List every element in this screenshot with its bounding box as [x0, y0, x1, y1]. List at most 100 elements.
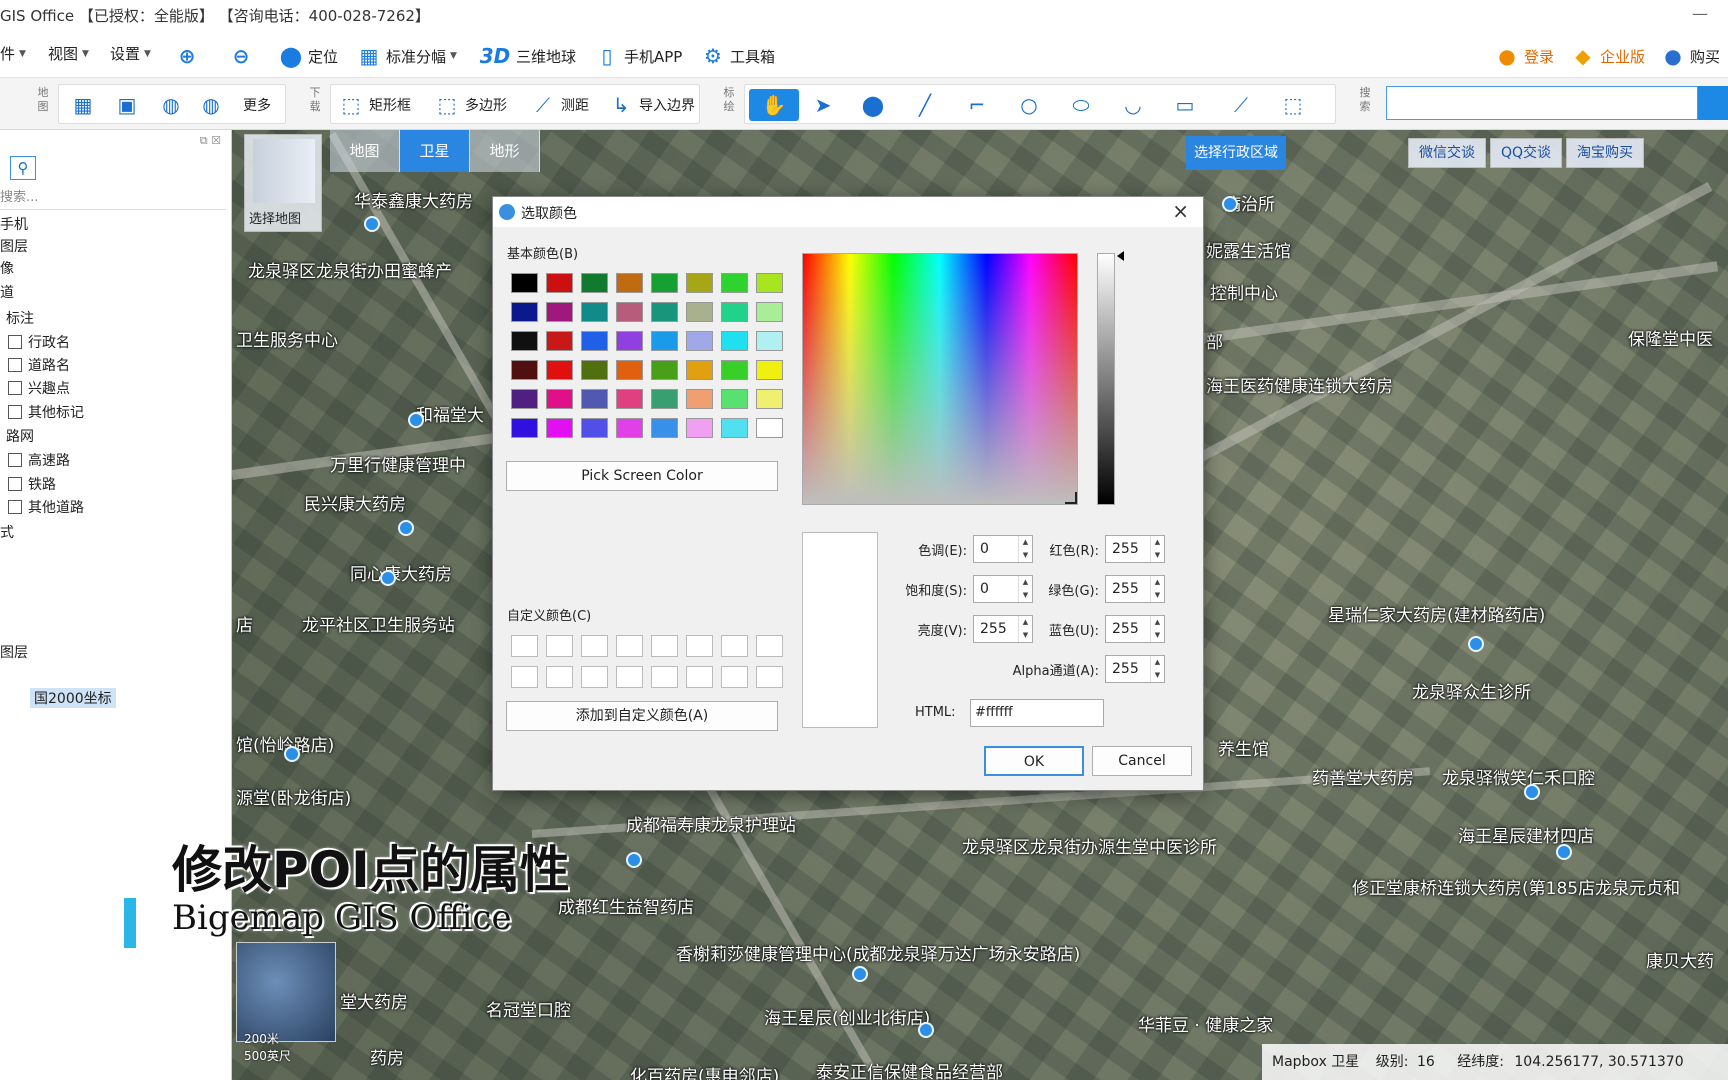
- tree-item[interactable]: 像: [0, 258, 14, 278]
- map-source-3[interactable]: ◍: [157, 89, 185, 121]
- map-pin[interactable]: [380, 570, 396, 586]
- color-swatch[interactable]: [616, 273, 643, 293]
- color-swatch[interactable]: [651, 389, 678, 409]
- wechat-chat-button[interactable]: 微信交谈: [1408, 138, 1486, 168]
- color-swatch[interactable]: [651, 418, 678, 438]
- color-swatch[interactable]: [651, 273, 678, 293]
- select-region-button[interactable]: 选择行政区域: [1186, 136, 1286, 170]
- color-swatch[interactable]: [546, 389, 573, 409]
- tree-highway[interactable]: 高速路: [8, 450, 70, 470]
- map-pin[interactable]: [408, 412, 424, 428]
- tree-roadnet[interactable]: 路网: [6, 426, 34, 446]
- color-swatch[interactable]: [756, 302, 783, 322]
- tree-other-marks[interactable]: 其他标记: [8, 402, 84, 422]
- color-swatch[interactable]: [581, 273, 608, 293]
- color-swatch[interactable]: [756, 360, 783, 380]
- custom-color-slot[interactable]: [616, 635, 643, 657]
- color-swatch[interactable]: [546, 273, 573, 293]
- color-swatch[interactable]: [686, 360, 713, 380]
- import-boundary-button[interactable]: ↳ 导入边界: [607, 89, 695, 121]
- layer-search-input[interactable]: 搜索...: [0, 186, 226, 210]
- tree-road-name[interactable]: 道路名: [8, 355, 70, 375]
- color-swatch[interactable]: [651, 302, 678, 322]
- html-color-input[interactable]: #ffffff: [970, 699, 1104, 727]
- green-spinbox[interactable]: 255 ▲ ▼: [1105, 575, 1165, 603]
- tree-item[interactable]: 手机: [0, 214, 28, 234]
- menu-view[interactable]: 视图 ▼: [48, 43, 89, 64]
- menu-settings[interactable]: 设置 ▼: [110, 43, 151, 64]
- zoom-out-button[interactable]: ⊖: [228, 43, 254, 69]
- tree-item[interactable]: 道: [0, 282, 14, 302]
- custom-color-slot[interactable]: [546, 635, 573, 657]
- tree-admin-name[interactable]: 行政名: [8, 332, 70, 352]
- pick-screen-color-button[interactable]: Pick Screen Color: [506, 461, 778, 491]
- rect-select-button[interactable]: ⬚ 矩形框: [337, 89, 411, 121]
- tree-annotation[interactable]: 标注: [6, 308, 34, 328]
- measure-button[interactable]: ⟋ 测距: [529, 89, 589, 121]
- color-swatch[interactable]: [756, 389, 783, 409]
- color-swatch[interactable]: [721, 302, 748, 322]
- map-pin[interactable]: [284, 746, 300, 762]
- custom-color-slot[interactable]: [511, 635, 538, 657]
- tree-poi[interactable]: 兴趣点: [8, 378, 70, 398]
- custom-color-slot[interactable]: [651, 666, 678, 688]
- custom-color-slot[interactable]: [651, 635, 678, 657]
- custom-color-slot[interactable]: [686, 666, 713, 688]
- red-spinbox[interactable]: 255 ▲ ▼: [1105, 535, 1165, 563]
- value-spinbox[interactable]: 255 ▲ ▼: [973, 615, 1033, 643]
- tab-map[interactable]: 地图: [330, 130, 400, 172]
- map-pin[interactable]: [1524, 784, 1540, 800]
- color-swatch[interactable]: [581, 302, 608, 322]
- blue-spinbox[interactable]: 255 ▲ ▼: [1105, 615, 1165, 643]
- color-swatch[interactable]: [756, 331, 783, 351]
- color-swatch[interactable]: [651, 360, 678, 380]
- alpha-spinbox[interactable]: 255 ▲ ▼: [1105, 655, 1165, 683]
- coord-system-item[interactable]: 国2000坐标: [30, 688, 116, 708]
- more-button[interactable]: 更多: [243, 89, 271, 121]
- color-swatch[interactable]: [616, 418, 643, 438]
- color-swatch[interactable]: [721, 360, 748, 380]
- custom-color-slot[interactable]: [721, 635, 748, 657]
- custom-color-slot[interactable]: [721, 666, 748, 688]
- color-swatch[interactable]: [546, 360, 573, 380]
- color-swatch[interactable]: [721, 389, 748, 409]
- color-swatch[interactable]: [581, 331, 608, 351]
- color-swatch[interactable]: [511, 360, 538, 380]
- tab-terrain[interactable]: 地形: [470, 130, 540, 172]
- checkbox[interactable]: [8, 335, 22, 349]
- tree-item[interactable]: 图层: [0, 236, 28, 256]
- tab-satellite[interactable]: 卫星: [400, 130, 470, 172]
- custom-color-slot[interactable]: [756, 666, 783, 688]
- search-icon[interactable]: ⚲: [10, 156, 36, 180]
- map-pin[interactable]: [398, 520, 414, 536]
- qq-chat-button[interactable]: QQ交谈: [1490, 138, 1563, 168]
- color-swatch[interactable]: [546, 331, 573, 351]
- zoom-in-button[interactable]: ⊕: [174, 43, 200, 69]
- color-swatch[interactable]: [616, 360, 643, 380]
- overview-globe[interactable]: [236, 942, 336, 1042]
- color-swatch[interactable]: [616, 331, 643, 351]
- close-button[interactable]: ×: [1172, 199, 1189, 223]
- color-swatch[interactable]: [546, 418, 573, 438]
- color-swatch[interactable]: [511, 331, 538, 351]
- map-pin[interactable]: [1468, 636, 1484, 652]
- mobile-app-button[interactable]: ▯ 手机APP: [594, 43, 682, 69]
- tree-railway[interactable]: 铁路: [8, 474, 56, 494]
- polygon-select-button[interactable]: ⬚ 多边形: [433, 89, 507, 121]
- locate-button[interactable]: ⬤ 定位: [278, 43, 338, 69]
- ellipse-tool[interactable]: ⬭: [1067, 89, 1095, 121]
- hue-spinbox[interactable]: 0 ▲ ▼: [973, 535, 1033, 563]
- color-swatch[interactable]: [616, 302, 643, 322]
- color-swatch[interactable]: [511, 389, 538, 409]
- checkbox[interactable]: [8, 477, 22, 491]
- map-source-2[interactable]: ▣: [113, 89, 141, 121]
- custom-color-slot[interactable]: [581, 635, 608, 657]
- select-tool[interactable]: ➤: [809, 89, 837, 121]
- line-tool[interactable]: ╱: [911, 89, 939, 121]
- checkbox[interactable]: [8, 453, 22, 467]
- map-pin[interactable]: [918, 1022, 934, 1038]
- custom-color-slot[interactable]: [546, 666, 573, 688]
- color-swatch[interactable]: [546, 302, 573, 322]
- login-button[interactable]: ● 登录: [1494, 43, 1554, 69]
- color-swatch[interactable]: [511, 302, 538, 322]
